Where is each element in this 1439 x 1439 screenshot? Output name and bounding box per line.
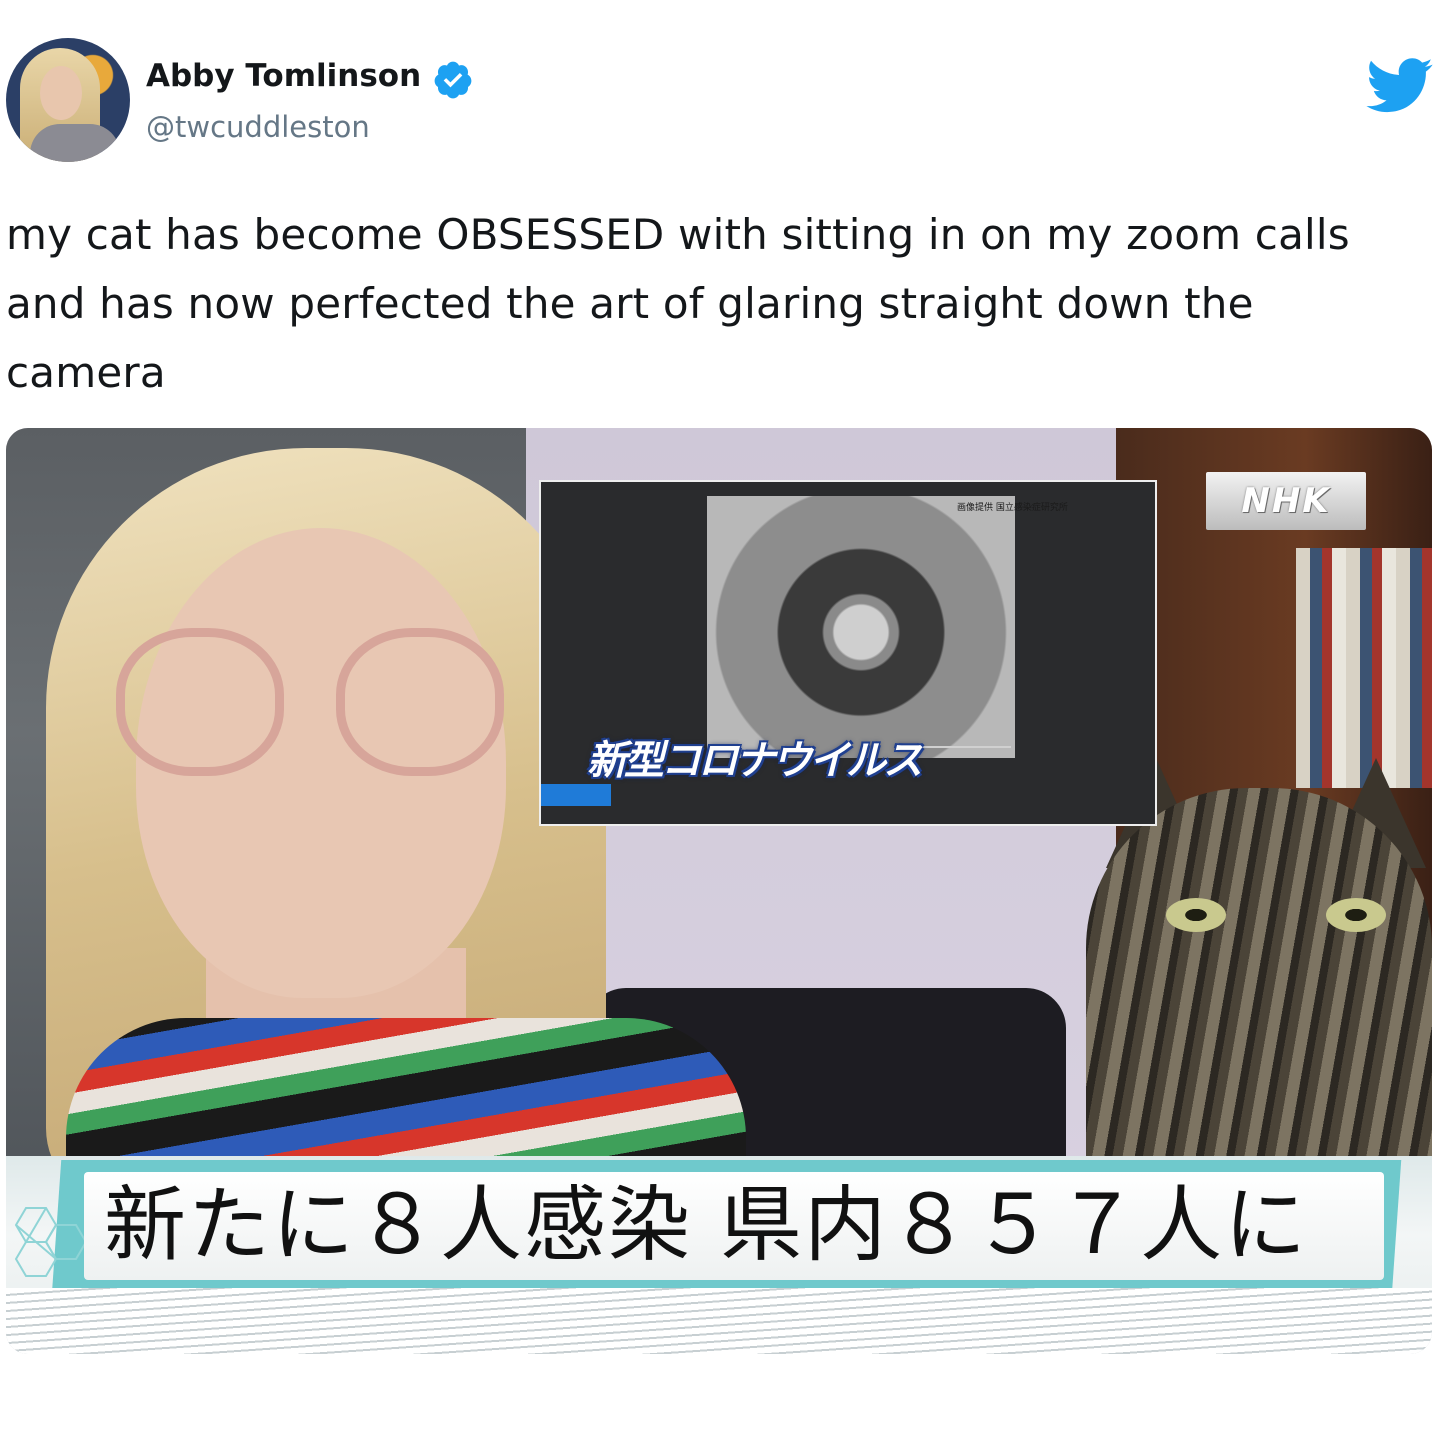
avatar-face (40, 66, 82, 120)
verified-check-icon (434, 61, 472, 99)
handle[interactable]: @twcuddleston (146, 110, 370, 144)
tweet-card: Abby Tomlinson @twcuddleston my cat has … (0, 0, 1439, 1439)
display-name[interactable]: Abby Tomlinson (146, 58, 421, 94)
caption-stripes (6, 1288, 1432, 1354)
image-credit: 画像提供 国立感染症研究所 (957, 503, 1068, 513)
inset-accent-bar (541, 784, 611, 806)
cat-eye-left (1166, 898, 1226, 932)
news-caption: 新たに８人感染 県内８５７人に (104, 1178, 1309, 1273)
books (1296, 548, 1432, 788)
glasses-right-lens (336, 628, 504, 776)
tweet-media-image[interactable]: 画像提供 国立感染症研究所 新型コロナウイルス NHK 新たに８人感染 県内８５… (6, 428, 1432, 1354)
virus-micrograph: 画像提供 国立感染症研究所 (707, 496, 1068, 758)
news-inset-panel: 画像提供 国立感染症研究所 新型コロナウイルス (539, 480, 1157, 826)
scale-bar (911, 746, 1011, 748)
broadcaster-logo: NHK (1206, 472, 1366, 530)
avatar[interactable] (6, 38, 130, 162)
tweet-text: my cat has become OBSESSED with sitting … (6, 210, 1350, 397)
bird-icon[interactable] (1366, 58, 1434, 114)
cat-eye-right (1326, 898, 1386, 932)
cat (1086, 788, 1432, 1208)
glasses-left-lens (116, 628, 284, 776)
inset-title: 新型コロナウイルス (587, 738, 923, 784)
avatar-coat (30, 124, 120, 162)
broadcaster-logo-text: NHK (1241, 481, 1331, 521)
